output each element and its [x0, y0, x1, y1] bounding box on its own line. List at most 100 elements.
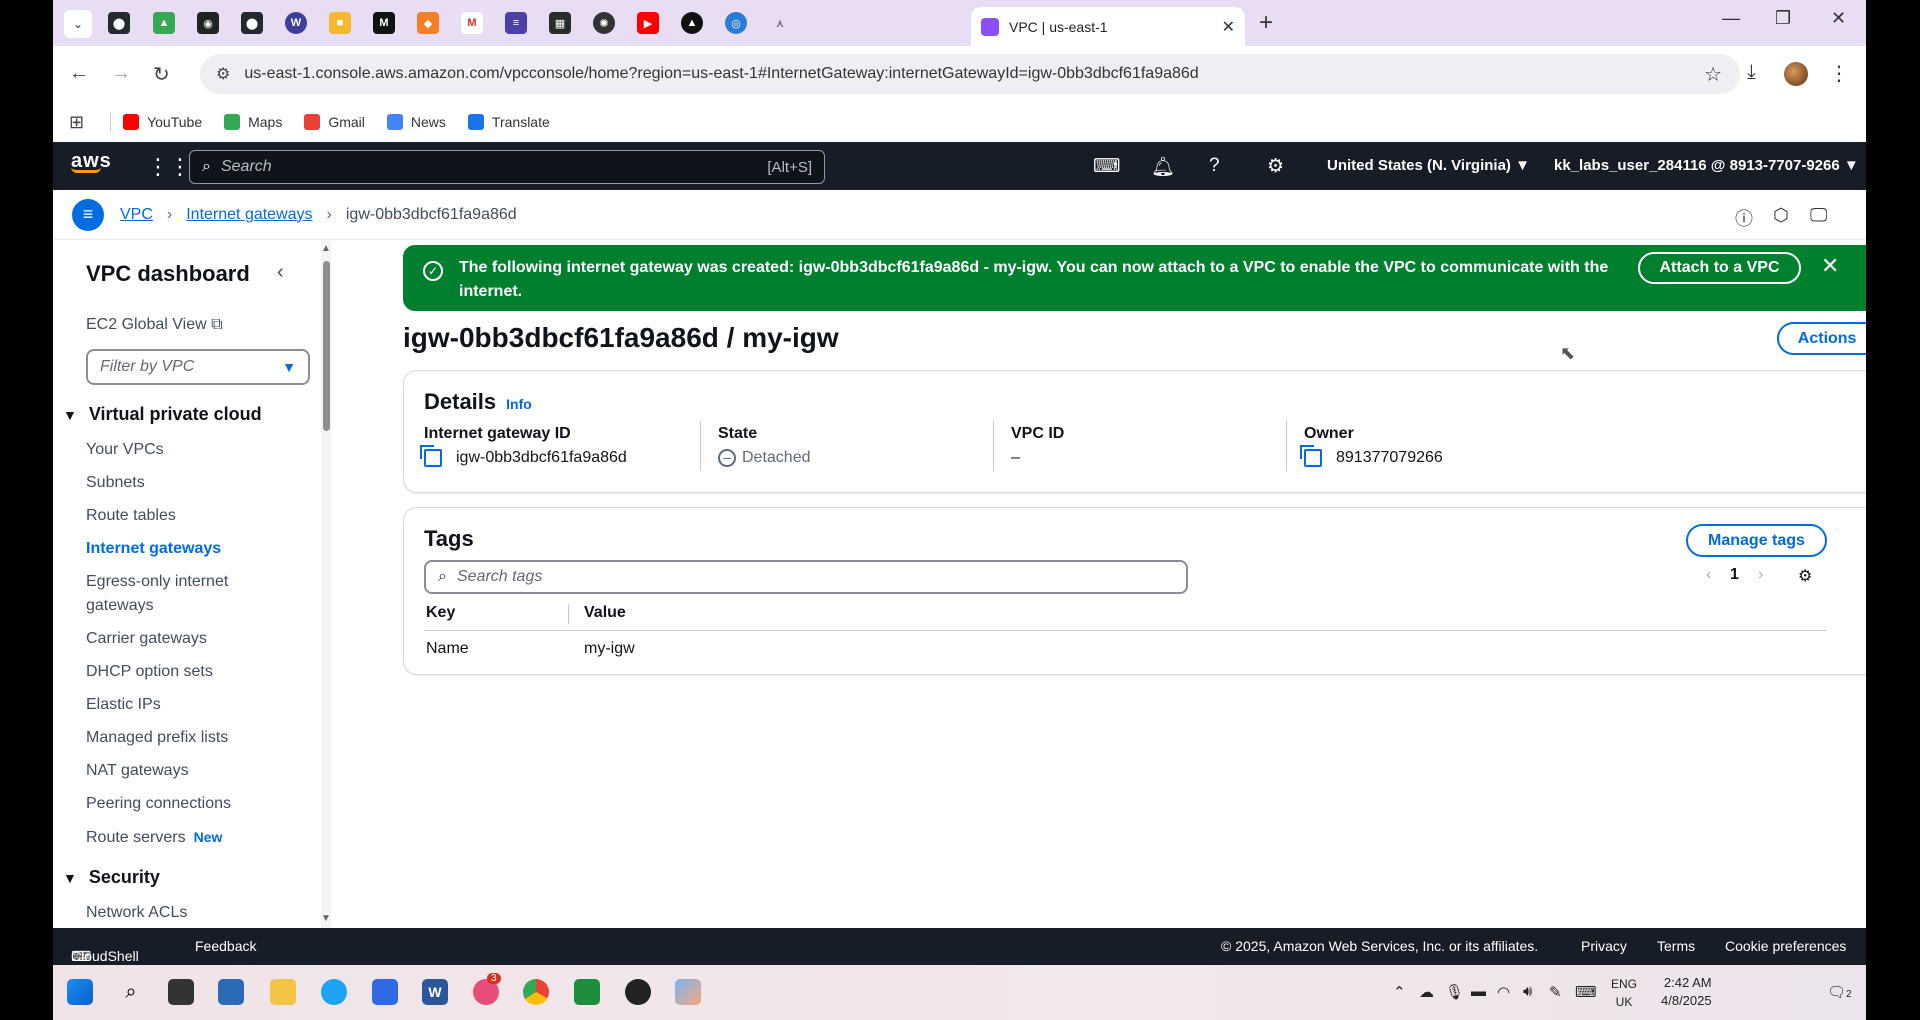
sidebar-item-route-tables[interactable]: Route tables	[86, 504, 176, 528]
sidebar-item-egress-only-internet-gateways[interactable]: Egress-only internet gateways	[86, 570, 266, 618]
gear-icon[interactable]: ⚙	[1267, 155, 1284, 178]
cookie-preferences-link[interactable]: Cookie preferences	[1725, 938, 1846, 954]
sidebar-item-nat-gateways[interactable]: NAT gateways	[86, 759, 189, 783]
address-bar[interactable]: ⚙ us-east-1.console.aws.amazon.com/vpcco…	[200, 54, 1740, 94]
section-virtual-private-cloud[interactable]: ▼ Virtual private cloud	[63, 404, 262, 425]
forms-tab-icon[interactable]: ≡	[505, 12, 527, 34]
profile-avatar[interactable]	[1784, 62, 1808, 86]
keyboard-icon[interactable]: ⌨	[1575, 983, 1597, 1001]
apps-grid-icon[interactable]: ⊞	[69, 112, 84, 133]
gmail-tab-icon[interactable]: M	[461, 12, 483, 34]
restore-button[interactable]: ❐	[1775, 8, 1791, 29]
sidebar-item-your-vpcs[interactable]: Your VPCs	[86, 438, 164, 462]
language-indicator[interactable]: ENG UK	[1611, 975, 1637, 1011]
search-tags-input[interactable]: ⌕ Search tags	[424, 560, 1188, 594]
word-icon[interactable]: W	[422, 979, 448, 1005]
sidebar-item-elastic-ips[interactable]: Elastic IPs	[86, 693, 161, 717]
chart-tab-icon[interactable]: ▦	[549, 12, 571, 34]
sidebar-item-carrier-gateways[interactable]: Carrier gateways	[86, 627, 207, 651]
copy-icon[interactable]	[420, 445, 442, 467]
github-tab-icon[interactable]: ⬤	[108, 12, 130, 34]
edge-icon[interactable]	[321, 979, 347, 1005]
sidebar-item-peering-connections[interactable]: Peering connections	[86, 792, 231, 816]
minimize-button[interactable]: —	[1722, 8, 1740, 29]
drive-tab-icon[interactable]: ▲	[153, 12, 175, 34]
section-security[interactable]: ▼ Security	[63, 867, 160, 888]
column-value[interactable]: Value	[584, 604, 626, 622]
tray-chevron-icon[interactable]: ⌃	[1393, 983, 1406, 1001]
wifi-icon[interactable]: ◠	[1497, 983, 1510, 1001]
onedrive-icon[interactable]: ☁	[1419, 983, 1434, 1001]
feedback-link[interactable]: Feedback	[195, 938, 256, 954]
tab-icon[interactable]: ◉	[197, 12, 219, 34]
scroll-up-icon[interactable]: ▲	[321, 243, 331, 254]
app-icon[interactable]	[675, 979, 701, 1005]
bookmark-news[interactable]: News	[386, 114, 446, 130]
site-info-icon[interactable]: ⚙	[216, 64, 230, 84]
breadcrumb-internet-gateways[interactable]: Internet gateways	[186, 206, 312, 224]
github-tab-icon[interactable]: ⬤	[241, 12, 263, 34]
prev-page-icon[interactable]: ‹	[1706, 566, 1711, 584]
widgets-icon[interactable]	[218, 979, 244, 1005]
menu-dots-icon[interactable]: ⋮	[1829, 61, 1849, 86]
sidebar-item-network-acls[interactable]: Network ACLs	[86, 901, 187, 925]
filter-by-vpc-select[interactable]: Filter by VPC ▼	[86, 349, 310, 385]
sidebar-item-dhcp-option-sets[interactable]: DHCP option sets	[86, 660, 213, 684]
sidebar-scrollbar[interactable]: ▲ ▼	[321, 241, 331, 928]
box-tab-icon[interactable]: ■	[329, 12, 351, 34]
new-tab-button[interactable]: +	[1259, 9, 1273, 37]
manage-tags-button[interactable]: Manage tags	[1686, 524, 1827, 557]
tab-icon[interactable]: ⋏	[769, 12, 791, 34]
bell-icon[interactable]: 🔔︎	[1151, 155, 1175, 179]
cloudshell-icon[interactable]: ⌨	[1093, 155, 1120, 178]
tab-search-button[interactable]: ⌄	[64, 10, 92, 38]
tab-active[interactable]: VPC | us-east-1 ✕	[971, 7, 1245, 46]
sidebar-item-subnets[interactable]: Subnets	[86, 471, 145, 495]
mic-icon[interactable]: 🎙︎	[1445, 983, 1464, 1001]
info-circle-icon[interactable]: ⓘ	[1735, 205, 1753, 231]
openai-tab-icon[interactable]: ✺	[593, 12, 615, 34]
region-selector[interactable]: United States (N. Virginia) ▼	[1327, 157, 1530, 174]
scrollbar-thumb[interactable]	[323, 261, 330, 431]
download-icon[interactable]: ⤓	[1747, 61, 1756, 84]
info-link[interactable]: Info	[506, 396, 532, 412]
battery-icon[interactable]: ▬	[1471, 983, 1486, 1000]
tab-icon[interactable]: ▲	[681, 12, 703, 34]
aws-search-input[interactable]: ⌕ Search [Alt+S]	[189, 150, 825, 184]
notifications-icon[interactable]: 🗨︎2	[1827, 983, 1852, 1001]
slack-icon[interactable]: 3	[473, 973, 501, 1005]
tab-icon[interactable]: ◎	[725, 12, 747, 34]
medium-tab-icon[interactable]: M	[373, 12, 395, 34]
sidebar-item-managed-prefix-lists[interactable]: Managed prefix lists	[86, 726, 228, 750]
sidebar-item-internet-gateways[interactable]: Internet gateways	[86, 537, 221, 561]
reload-button[interactable]: ↻	[153, 62, 170, 87]
actions-button[interactable]: Actions ▼	[1777, 322, 1866, 355]
bookmark-youtube[interactable]: YouTube	[123, 114, 202, 130]
search-icon[interactable]: ⌕	[118, 979, 144, 1005]
table-settings-gear-icon[interactable]: ⚙	[1798, 566, 1812, 586]
bookmark-translate[interactable]: Translate	[467, 114, 550, 130]
volume-icon[interactable]: 🔊︎	[1523, 983, 1532, 1000]
close-tab-icon[interactable]: ✕	[1222, 17, 1235, 37]
page-number[interactable]: 1	[1730, 566, 1739, 584]
close-window-button[interactable]: ✕	[1831, 8, 1846, 29]
next-page-icon[interactable]: ›	[1758, 566, 1763, 584]
start-button-icon[interactable]	[67, 979, 93, 1005]
file-explorer-icon[interactable]	[270, 979, 296, 1005]
copy-icon[interactable]	[1300, 445, 1322, 467]
app-icon[interactable]	[625, 979, 651, 1005]
bookmark-star-icon[interactable]: ☆	[1704, 62, 1722, 87]
privacy-link[interactable]: Privacy	[1581, 938, 1627, 954]
terms-link[interactable]: Terms	[1657, 938, 1695, 954]
cube-tab-icon[interactable]: ◆	[417, 12, 439, 34]
aws-logo[interactable]: aws	[71, 150, 112, 173]
attach-to-vpc-button[interactable]: Attach to a VPC	[1638, 252, 1801, 284]
breadcrumb-vpc[interactable]: VPC	[120, 206, 153, 224]
back-button[interactable]: ←	[69, 62, 89, 85]
w-tab-icon[interactable]: W	[285, 12, 307, 34]
pen-icon[interactable]: ✎	[1549, 983, 1562, 1001]
display-icon[interactable]: 🖵︎	[1810, 205, 1827, 226]
bookmark-maps[interactable]: Maps	[224, 114, 282, 130]
settings-hex-icon[interactable]: ⬡	[1773, 205, 1789, 226]
collapse-sidebar-icon[interactable]: ‹	[277, 261, 284, 284]
